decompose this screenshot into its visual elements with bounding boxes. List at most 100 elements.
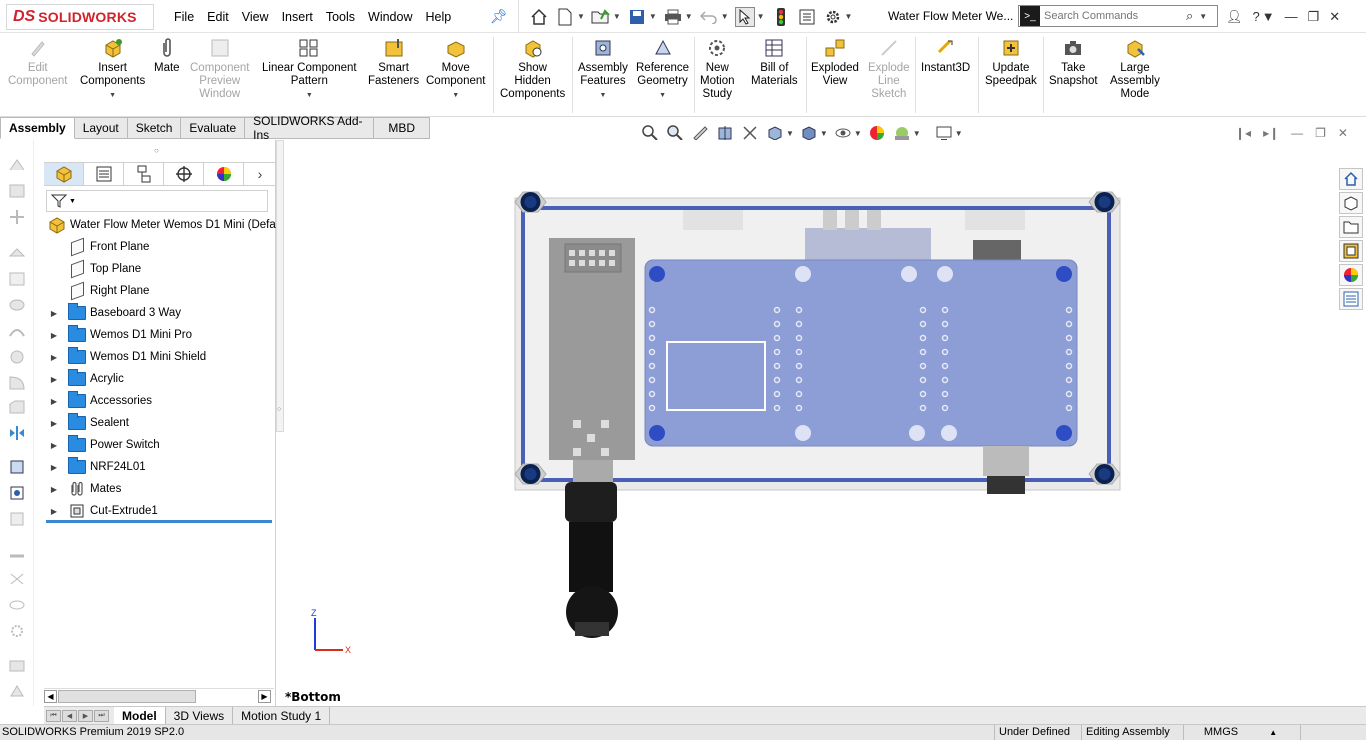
search-input[interactable]: [1044, 10, 1184, 22]
tab-assembly[interactable]: Assembly: [0, 117, 75, 139]
tab-addins[interactable]: SOLIDWORKS Add-Ins: [245, 114, 375, 142]
last-tab-icon[interactable]: ⏭: [94, 709, 109, 722]
revolve-icon[interactable]: [7, 296, 27, 314]
panel-splitter[interactable]: ○: [276, 140, 284, 432]
new-motion-study-button[interactable]: New Motion Study: [700, 37, 735, 101]
tab-evaluate[interactable]: Evaluate: [181, 117, 246, 139]
rebuild-traffic-light-icon[interactable]: [771, 7, 791, 27]
tab-layout[interactable]: Layout: [74, 117, 128, 139]
rebuild-indicator[interactable]: [1300, 725, 1340, 740]
expand-arrow-icon[interactable]: ▶: [48, 419, 60, 428]
expand-arrow-icon[interactable]: ▶: [48, 397, 60, 406]
solidworks-resources-tab[interactable]: [1339, 168, 1363, 190]
tree-item[interactable]: ▶ Cut-Extrude1: [44, 500, 276, 522]
display-manager-tab[interactable]: [204, 163, 244, 185]
search-icon[interactable]: ⌕: [1186, 8, 1193, 24]
chevron-down-icon[interactable]: ▼: [757, 12, 765, 21]
show-hidden-components-button[interactable]: Show Hidden Components: [500, 37, 565, 101]
graphics-area[interactable]: Z X: [285, 140, 1337, 706]
chevron-down-icon[interactable]: ▼: [649, 12, 657, 21]
dimxpert-manager-tab[interactable]: [164, 163, 204, 185]
tree-item[interactable]: ▶ Wemos D1 Mini Pro: [44, 324, 276, 346]
copy-with-mates-icon[interactable]: [7, 682, 27, 700]
section-icon[interactable]: [7, 484, 27, 502]
component-preview-window-button[interactable]: Component Preview Window: [190, 37, 249, 101]
belt-icon[interactable]: [7, 596, 27, 614]
unit-system[interactable]: MMGS ▲: [1183, 725, 1293, 740]
menu-window[interactable]: Window: [368, 10, 412, 24]
pin-icon[interactable]: 📌︎: [490, 8, 508, 25]
feature-manager-tree-tab[interactable]: [44, 163, 84, 185]
expand-arrow-icon[interactable]: ▶: [48, 507, 60, 516]
cut-icon[interactable]: [7, 270, 27, 288]
model-render[interactable]: Z X: [285, 140, 1337, 706]
tab-sketch[interactable]: Sketch: [127, 117, 182, 139]
sweep-icon[interactable]: [7, 322, 27, 340]
new-document-icon[interactable]: [555, 7, 575, 27]
tree-item[interactable]: ▶ NRF24L01: [44, 456, 276, 478]
tree-item[interactable]: ▶ Wemos D1 Mini Shield: [44, 346, 276, 368]
solidworks-logo[interactable]: DS SOLIDWORKS: [6, 4, 154, 30]
chevron-down-icon[interactable]: ▼: [1199, 12, 1207, 21]
tree-filter[interactable]: ▼: [46, 190, 268, 212]
menu-view[interactable]: View: [242, 10, 269, 24]
menu-help[interactable]: Help: [426, 10, 452, 24]
previous-tab-icon[interactable]: ◀: [62, 709, 77, 722]
expand-arrow-icon[interactable]: ▶: [48, 353, 60, 362]
cosmetic-thread-icon[interactable]: [7, 570, 27, 588]
tree-item[interactable]: Front Plane: [44, 236, 276, 258]
tree-root[interactable]: Water Flow Meter Wemos D1 Mini (Defaul: [44, 214, 285, 236]
help-icon[interactable]: ?: [1253, 9, 1260, 24]
configuration-manager-tab[interactable]: [124, 163, 164, 185]
undo-icon[interactable]: [699, 7, 719, 27]
move-icon[interactable]: [7, 208, 27, 226]
chevron-down-icon[interactable]: ▼: [599, 89, 606, 102]
chevron-down-icon[interactable]: ▼: [685, 12, 693, 21]
chevron-down-icon[interactable]: ▼: [109, 89, 116, 102]
menu-file[interactable]: File: [174, 10, 194, 24]
assembly-features-button[interactable]: Assembly Features ▼: [578, 37, 628, 102]
gear-mate-icon[interactable]: [7, 622, 27, 640]
mate-button[interactable]: Mate: [154, 37, 180, 75]
expand-arrow-icon[interactable]: ▶: [48, 441, 60, 450]
chevron-down-icon[interactable]: ▼: [1262, 9, 1275, 24]
take-snapshot-button[interactable]: Take Snapshot: [1049, 37, 1098, 88]
open-folder-icon[interactable]: [591, 7, 611, 27]
tree-item[interactable]: ▶ Acrylic: [44, 368, 276, 390]
viewport-previous-icon[interactable]: ❙◂: [1235, 126, 1251, 140]
tree-item[interactable]: ▶ Accessories: [44, 390, 276, 412]
reference-geometry-button[interactable]: Reference Geometry ▼: [636, 37, 689, 102]
tab-mbd[interactable]: MBD: [374, 117, 430, 139]
update-speedpak-button[interactable]: Update Speedpak: [985, 37, 1037, 88]
command-prompt-icon[interactable]: >_: [1020, 6, 1040, 26]
scroll-left-icon[interactable]: ◀: [44, 690, 57, 703]
insert-components-button[interactable]: Insert Components ▼: [80, 37, 145, 102]
menu-edit[interactable]: Edit: [207, 10, 229, 24]
chevron-down-icon[interactable]: ▼: [659, 89, 666, 102]
appearances-tab[interactable]: [1339, 264, 1363, 286]
design-library-tab[interactable]: [1339, 192, 1363, 214]
chevron-down-icon[interactable]: ▼: [845, 12, 853, 21]
chevron-down-icon[interactable]: ▼: [306, 89, 313, 102]
edit-component-button[interactable]: Edit Component: [8, 37, 67, 88]
large-assembly-mode-button[interactable]: Large Assembly Mode: [1110, 37, 1160, 101]
mirror-icon[interactable]: [7, 424, 27, 442]
minimize-icon[interactable]: —: [1285, 9, 1298, 24]
gear-icon[interactable]: [823, 7, 843, 27]
panel-grip-icon[interactable]: ○: [154, 146, 159, 155]
linear-component-pattern-button[interactable]: Linear Component Pattern ▼: [262, 37, 357, 102]
fastener-icon[interactable]: [7, 244, 27, 262]
expand-arrow-icon[interactable]: ▶: [48, 485, 60, 494]
instant3d-button[interactable]: Instant3D: [921, 37, 970, 75]
wrap-icon[interactable]: [7, 510, 27, 528]
chevron-down-icon[interactable]: ▼: [452, 89, 459, 102]
tree-item[interactable]: Top Plane: [44, 258, 276, 280]
smart-component-icon[interactable]: [7, 656, 27, 674]
assembly-feature-icon[interactable]: [7, 458, 27, 476]
view-palette-tab[interactable]: [1339, 240, 1363, 262]
explode-line-sketch-button[interactable]: Explode Line Sketch: [868, 37, 910, 101]
user-icon[interactable]: 👤︎: [1226, 9, 1243, 25]
smart-fasteners-button[interactable]: Smart Fasteners: [368, 37, 419, 88]
weld-icon[interactable]: [7, 544, 27, 562]
viewport-restore-icon[interactable]: ❐: [1315, 126, 1326, 140]
